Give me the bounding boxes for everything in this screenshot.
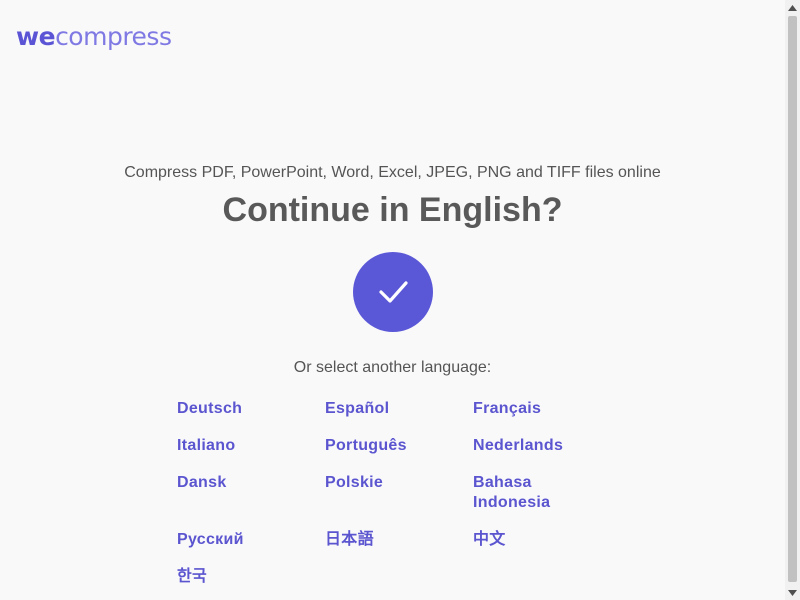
language-link-bahasa-indonesia[interactable]: Bahasa Indonesia [473, 473, 583, 530]
language-link-nederlands[interactable]: Nederlands [473, 436, 583, 473]
vertical-scrollbar[interactable] [785, 0, 800, 600]
language-link-dansk[interactable]: Dansk [177, 473, 287, 530]
scroll-down-arrow-icon[interactable] [785, 585, 800, 600]
language-link-japanese[interactable]: 日本語 [325, 530, 435, 567]
tagline: Compress PDF, PowerPoint, Word, Excel, J… [124, 164, 661, 181]
logo-part-compress: compress [55, 22, 172, 51]
language-prompt: Or select another language: [293, 359, 492, 376]
wecompress-logo[interactable]: wecompress [16, 20, 172, 54]
continue-english-button[interactable] [353, 252, 433, 332]
page: wecompress Compress PDF, PowerPoint, Wor… [0, 0, 785, 600]
scroll-up-arrow-icon[interactable] [785, 0, 800, 15]
language-link-russian[interactable]: Русский [177, 530, 287, 567]
language-link-francais[interactable]: Français [473, 399, 583, 436]
language-list: Deutsch Español Français Italiano Portug… [177, 399, 621, 600]
language-link-portugues[interactable]: Português [325, 436, 435, 473]
language-link-italiano[interactable]: Italiano [177, 436, 287, 473]
language-link-espanol[interactable]: Español [325, 399, 435, 436]
language-link-polskie[interactable]: Polskie [325, 473, 435, 530]
language-link-chinese[interactable]: 中文 [473, 530, 583, 567]
logo-part-we: we [16, 22, 56, 51]
language-link-deutsch[interactable]: Deutsch [177, 399, 287, 436]
check-icon [379, 281, 408, 303]
scrollbar-thumb[interactable] [788, 16, 797, 582]
page-title: Continue in English? [222, 191, 563, 229]
language-link-korean[interactable]: 한국 [177, 567, 287, 600]
